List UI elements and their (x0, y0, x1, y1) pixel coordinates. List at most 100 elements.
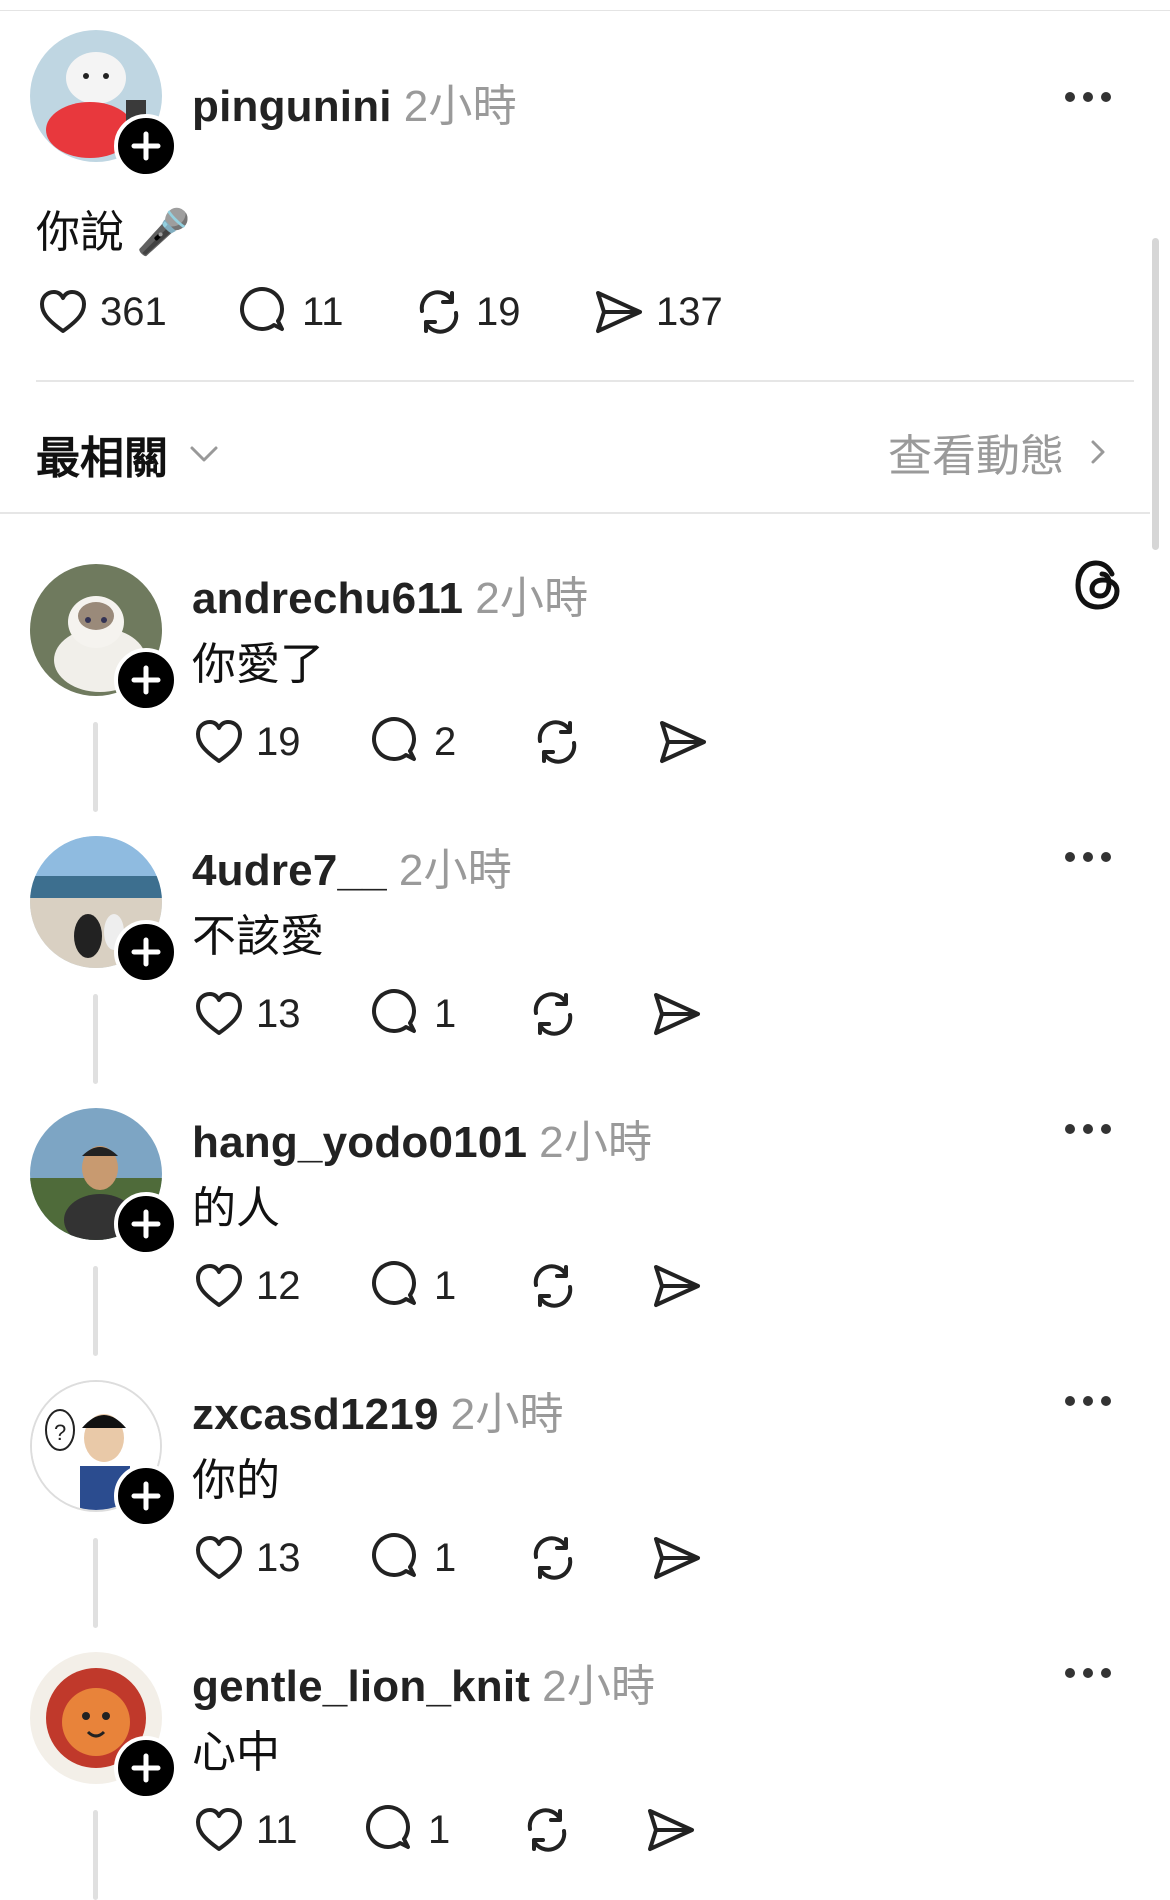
share-button[interactable] (650, 1528, 704, 1588)
thread-line (93, 994, 98, 1084)
heart-icon (196, 1536, 242, 1579)
repost-icon (533, 1264, 573, 1308)
like-count: 11 (256, 1807, 298, 1852)
repost-button[interactable] (526, 984, 580, 1044)
view-activity-link[interactable]: 查看動態 (888, 420, 1116, 484)
follow-button[interactable] (114, 920, 178, 984)
comment-text: 不該愛 (192, 912, 324, 961)
repost-button[interactable]: 19 (412, 282, 521, 342)
like-button[interactable]: 12 (192, 1256, 301, 1316)
share-button[interactable] (656, 712, 710, 772)
follow-button[interactable] (114, 1736, 178, 1800)
like-count: 12 (256, 1263, 301, 1308)
comment-time: 2小時 (475, 574, 589, 623)
comment-text: 的人 (192, 1184, 280, 1233)
repost-icon (537, 720, 577, 764)
follow-button[interactable] (114, 1464, 178, 1528)
like-button[interactable]: 11 (192, 1800, 298, 1860)
reply-button[interactable]: 11 (238, 282, 344, 342)
heart-icon (196, 1808, 242, 1851)
more-icon (1065, 852, 1111, 862)
like-count: 361 (100, 289, 167, 334)
like-button[interactable]: 361 (36, 282, 167, 342)
more-button[interactable] (1064, 850, 1112, 864)
follow-button[interactable] (114, 1192, 178, 1256)
reply-button[interactable]: 2 (370, 712, 456, 772)
repost-icon (533, 1536, 573, 1580)
more-button[interactable] (1064, 1666, 1112, 1680)
comment-icon (240, 287, 284, 331)
comment-author[interactable]: hang_yodo0101 2小時 (192, 1106, 652, 1170)
comment-time: 2小時 (542, 1662, 656, 1711)
threads-logo-icon (1075, 560, 1120, 610)
reply-count: 1 (434, 991, 457, 1036)
comment-icon (372, 1533, 416, 1577)
send-icon (648, 1809, 694, 1851)
plus-icon (131, 1481, 161, 1511)
chevron-right-icon (1091, 440, 1105, 464)
plus-icon (131, 1209, 161, 1239)
more-button[interactable] (1064, 1394, 1112, 1408)
post-author[interactable]: pingunini 2小時 (192, 70, 517, 134)
sort-label: 最相關 (36, 434, 168, 483)
share-button[interactable] (650, 984, 704, 1044)
reply-count: 1 (434, 1263, 457, 1308)
comment-author[interactable]: andrechu611 2小時 (192, 562, 588, 626)
follow-button[interactable] (114, 114, 178, 178)
comment-author[interactable]: 4udre7__ 2小時 (192, 834, 512, 898)
more-button[interactable] (1064, 90, 1112, 104)
comment-icon (372, 717, 416, 761)
reply-button[interactable]: 1 (364, 1800, 450, 1860)
heart-icon (196, 720, 242, 763)
comment-author[interactable]: zxcasd1219 2小時 (192, 1378, 564, 1442)
comment-time: 2小時 (398, 846, 512, 895)
thread-line (93, 722, 98, 812)
share-count: 137 (656, 289, 723, 334)
comment-time: 2小時 (539, 1118, 653, 1167)
plus-icon (131, 665, 161, 695)
more-icon (1065, 1668, 1111, 1678)
like-button[interactable]: 13 (192, 1528, 301, 1588)
plus-icon (131, 937, 161, 967)
repost-button[interactable] (526, 1528, 580, 1588)
more-button[interactable] (1064, 1122, 1112, 1136)
comment-text: 心中 (192, 1728, 280, 1777)
more-icon (1065, 1124, 1111, 1134)
heart-icon (196, 992, 242, 1035)
thread-line (93, 1810, 98, 1900)
follow-button[interactable] (114, 648, 178, 712)
reply-count: 1 (434, 1535, 457, 1580)
comment-icon (372, 1261, 416, 1305)
share-button[interactable] (644, 1800, 698, 1860)
comment-icon (372, 989, 416, 1033)
share-button[interactable]: 137 (592, 282, 723, 342)
reply-button[interactable]: 1 (370, 1528, 456, 1588)
like-count: 13 (256, 1535, 301, 1580)
chevron-down-icon (190, 446, 218, 462)
reply-button[interactable]: 1 (370, 984, 456, 1044)
reply-count: 11 (302, 289, 344, 334)
repost-button[interactable] (526, 1256, 580, 1316)
comment-time: 2小時 (450, 1390, 564, 1439)
more-icon (1065, 1396, 1111, 1406)
comment-text: 你愛了 (192, 640, 324, 689)
like-count: 13 (256, 991, 301, 1036)
send-icon (654, 1265, 700, 1307)
like-count: 19 (256, 719, 301, 764)
share-button[interactable] (650, 1256, 704, 1316)
like-button[interactable]: 13 (192, 984, 301, 1044)
sort-dropdown[interactable]: 最相關 (36, 422, 224, 486)
top-divider (0, 10, 1170, 11)
comment-author[interactable]: gentle_lion_knit 2小時 (192, 1650, 655, 1714)
repost-button[interactable] (520, 1800, 574, 1860)
send-icon (596, 291, 642, 333)
scrollbar[interactable] (1152, 238, 1159, 550)
reply-button[interactable]: 1 (370, 1256, 456, 1316)
heart-icon (196, 1264, 242, 1307)
send-icon (654, 993, 700, 1035)
svg-text:?: ? (54, 1420, 66, 1445)
divider (36, 380, 1134, 382)
repost-button[interactable] (530, 712, 584, 772)
like-button[interactable]: 19 (192, 712, 301, 772)
comment-icon (366, 1805, 410, 1849)
